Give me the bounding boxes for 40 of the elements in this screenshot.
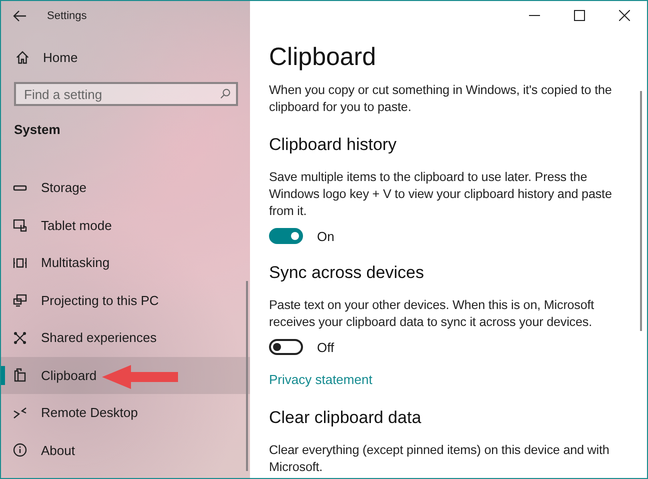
- sidebar-item[interactable]: Remote Desktop: [1, 394, 250, 432]
- home-icon: [15, 50, 30, 65]
- sidebar-item[interactable]: Tablet mode: [1, 206, 250, 244]
- screens-icon: [12, 292, 28, 308]
- home-item[interactable]: Home: [1, 39, 250, 76]
- remote-icon: [12, 404, 28, 421]
- info-icon: [12, 442, 28, 458]
- section-heading: System: [13, 122, 62, 138]
- back-icon[interactable]: [13, 10, 27, 22]
- description-text: Clear everything (except pinned items) on this device and with Microsoft.: [269, 442, 610, 476]
- arrow-icon: [101, 364, 179, 390]
- search-icon: [220, 88, 231, 99]
- window-title: Settings: [47, 10, 87, 22]
- selection-indicator: [1, 366, 5, 384]
- sidebar-item[interactable]: Projecting to this PC: [1, 282, 250, 319]
- toggle-switch[interactable]: [269, 228, 303, 244]
- clipboard-icon: [12, 367, 28, 384]
- description-text: Save multiple items to the clipboard to use later. Press the Windows logo key + V to view your clipboard history and paste from it.: [269, 169, 613, 220]
- toggle-switch[interactable]: [269, 339, 303, 355]
- tablet-icon: [12, 217, 28, 234]
- page-title: Clipboard: [269, 42, 378, 72]
- maximize-icon[interactable]: [574, 10, 585, 21]
- toggle-label: On: [317, 228, 334, 244]
- section-heading: Clear clipboard data: [269, 408, 422, 428]
- sidebar-item[interactable]: Clipboard: [1, 356, 250, 394]
- sidebar-item[interactable]: Shared experiences: [1, 319, 250, 356]
- section-heading: Clipboard history: [269, 135, 398, 155]
- scrollbar[interactable]: [246, 281, 248, 471]
- close-icon[interactable]: [619, 10, 630, 21]
- sidebar-item[interactable]: About: [1, 432, 250, 469]
- network-icon: [12, 330, 28, 346]
- section-heading: Sync across devices: [269, 263, 425, 283]
- scrollbar[interactable]: [640, 91, 642, 331]
- description-text: When you copy or cut something in Windows, it's copied to the clipboard for you to paste.: [269, 82, 613, 116]
- sidebar-item[interactable]: Multitasking: [1, 244, 250, 282]
- description-text: Paste text on your other devices. When this is on, Microsoft receives your clipboard data to sync it across your devices.: [269, 297, 596, 331]
- toggle-label: Off: [317, 340, 334, 354]
- search-field[interactable]: Find a setting: [14, 82, 238, 106]
- sidebar-item[interactable]: Storage: [1, 169, 250, 206]
- privacy-link[interactable]: Privacy statement: [269, 372, 372, 387]
